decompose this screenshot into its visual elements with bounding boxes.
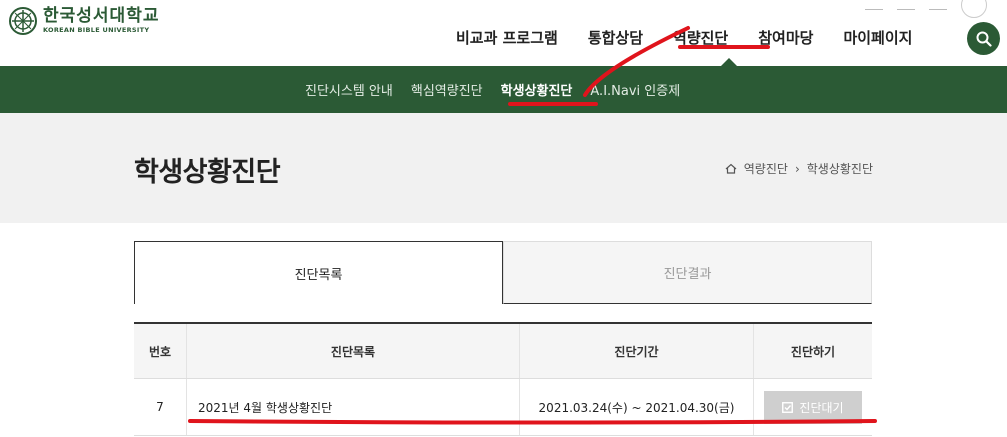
table-header-row: 번호 진단목록 진단기간 진단하기 [134,324,872,379]
sub-nav: 진단시스템 안내 핵심역량진단 학생상황진단 A.I.Navi 인증제 [0,66,1007,113]
breadcrumb-item[interactable]: 학생상황진단 [807,160,873,177]
row-number: 7 [134,379,187,435]
university-logo[interactable]: 한국성서대학교 KOREAN BIBLE UNIVERSITY [8,6,159,36]
gnb-item-mypage[interactable]: 마이페이지 [828,26,927,50]
logo-korean-name: 한국성서대학교 [43,6,160,26]
subnav-item-student-status[interactable]: 학생상황진단 [492,80,582,99]
breadcrumb: 역량진단 › 학생상황진단 [725,160,873,177]
chevron-right-icon: › [794,161,800,176]
utility-link[interactable] [897,0,915,10]
subnav-item-ai-navi[interactable]: A.I.Navi 인증제 [581,80,689,99]
diagnosis-tabs: 진단목록 진단결과 [134,241,872,304]
top-utility [865,0,987,18]
subnav-item-core-competency[interactable]: 핵심역량진단 [402,80,492,99]
site-header: 한국성서대학교 KOREAN BIBLE UNIVERSITY 비교과 프로그램… [0,0,1007,67]
tab-diagnosis-list[interactable]: 진단목록 [134,241,503,304]
tab-diagnosis-result[interactable]: 진단결과 [503,241,872,304]
gnb-item-participation[interactable]: 참여마당 [743,26,828,50]
checkbox-icon [782,401,794,413]
row-title[interactable]: 2021년 4월 학생상황진단 [187,379,520,435]
user-avatar[interactable] [961,0,987,18]
column-header: 진단하기 [790,344,836,359]
row-action-cell: 진단대기 [754,379,872,435]
page-title: 학생상황진단 [134,157,281,188]
row-period: 2021.03.24(수) ~ 2021.04.30(금) [520,379,754,435]
gnb-item-competency-diagnosis[interactable]: 역량진단 [658,26,743,50]
subnav-item-system-guide[interactable]: 진단시스템 안내 [296,80,402,99]
search-icon [976,31,992,47]
column-header: 진단기간 [520,324,754,378]
breadcrumb-item[interactable]: 역량진단 [744,160,788,177]
page-title-bar: 학생상황진단 역량진단 › 학생상황진단 [0,113,1007,223]
diagnosis-status-label: 진단대기 [799,400,844,415]
gnb-item-extracurricular[interactable]: 비교과 프로그램 [441,26,573,50]
search-button[interactable] [967,22,1000,55]
home-icon[interactable] [725,163,737,174]
utility-link[interactable] [865,0,883,10]
utility-link[interactable] [929,0,947,10]
diagnosis-table: 번호 진단목록 진단기간 진단하기 7 2021년 4월 학생상황진단 2021… [134,322,872,436]
emblem-icon [9,7,37,35]
logo-english-name: KOREAN BIBLE UNIVERSITY [43,26,150,34]
column-header: 진단목록 [187,324,520,378]
gnb-item-counseling[interactable]: 통합상담 [573,26,658,50]
global-nav: 비교과 프로그램 통합상담 역량진단 참여마당 마이페이지 [441,26,927,50]
diagnosis-status-button[interactable]: 진단대기 [764,390,862,424]
table-row: 7 2021년 4월 학생상황진단 2021.03.24(수) ~ 2021.0… [134,379,872,436]
column-header: 번호 [134,324,187,378]
